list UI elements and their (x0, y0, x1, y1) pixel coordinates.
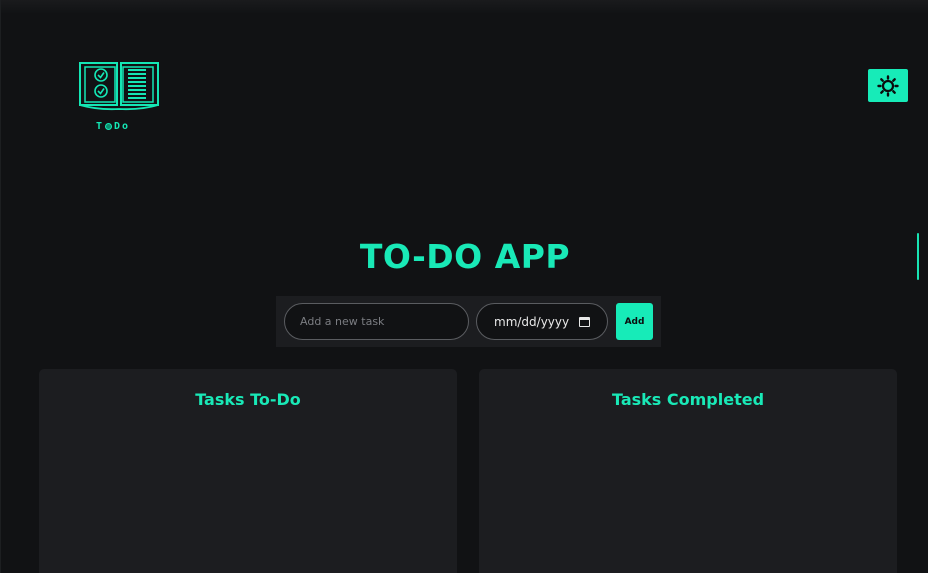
date-input[interactable]: mm/dd/yyyy (476, 303, 608, 340)
logo-wordmark: T Do (96, 121, 161, 132)
tasks-todo-panel: Tasks To-Do (39, 369, 457, 573)
tasks-completed-panel: Tasks Completed (479, 369, 897, 573)
app-window: T Do TO-DO APP mm (0, 0, 928, 573)
app-logo: T Do (77, 58, 161, 132)
task-input[interactable] (284, 303, 469, 340)
tasks-todo-title: Tasks To-Do (195, 390, 301, 409)
theme-toggle-button[interactable] (868, 69, 908, 102)
top-shadow (1, 0, 928, 14)
logo-text-right: Do (114, 121, 131, 132)
task-form: mm/dd/yyyy Add (276, 296, 661, 347)
page-title: TO-DO APP (359, 237, 571, 276)
tasks-completed-title: Tasks Completed (611, 390, 765, 409)
logo-text-left: T (96, 121, 105, 132)
sun-icon (877, 74, 899, 97)
date-placeholder: mm/dd/yyyy (494, 314, 570, 329)
logo-dot-icon (105, 123, 113, 130)
calendar-icon[interactable] (579, 317, 590, 327)
add-task-button[interactable]: Add (616, 303, 653, 340)
open-book-checklist-icon (79, 62, 159, 111)
